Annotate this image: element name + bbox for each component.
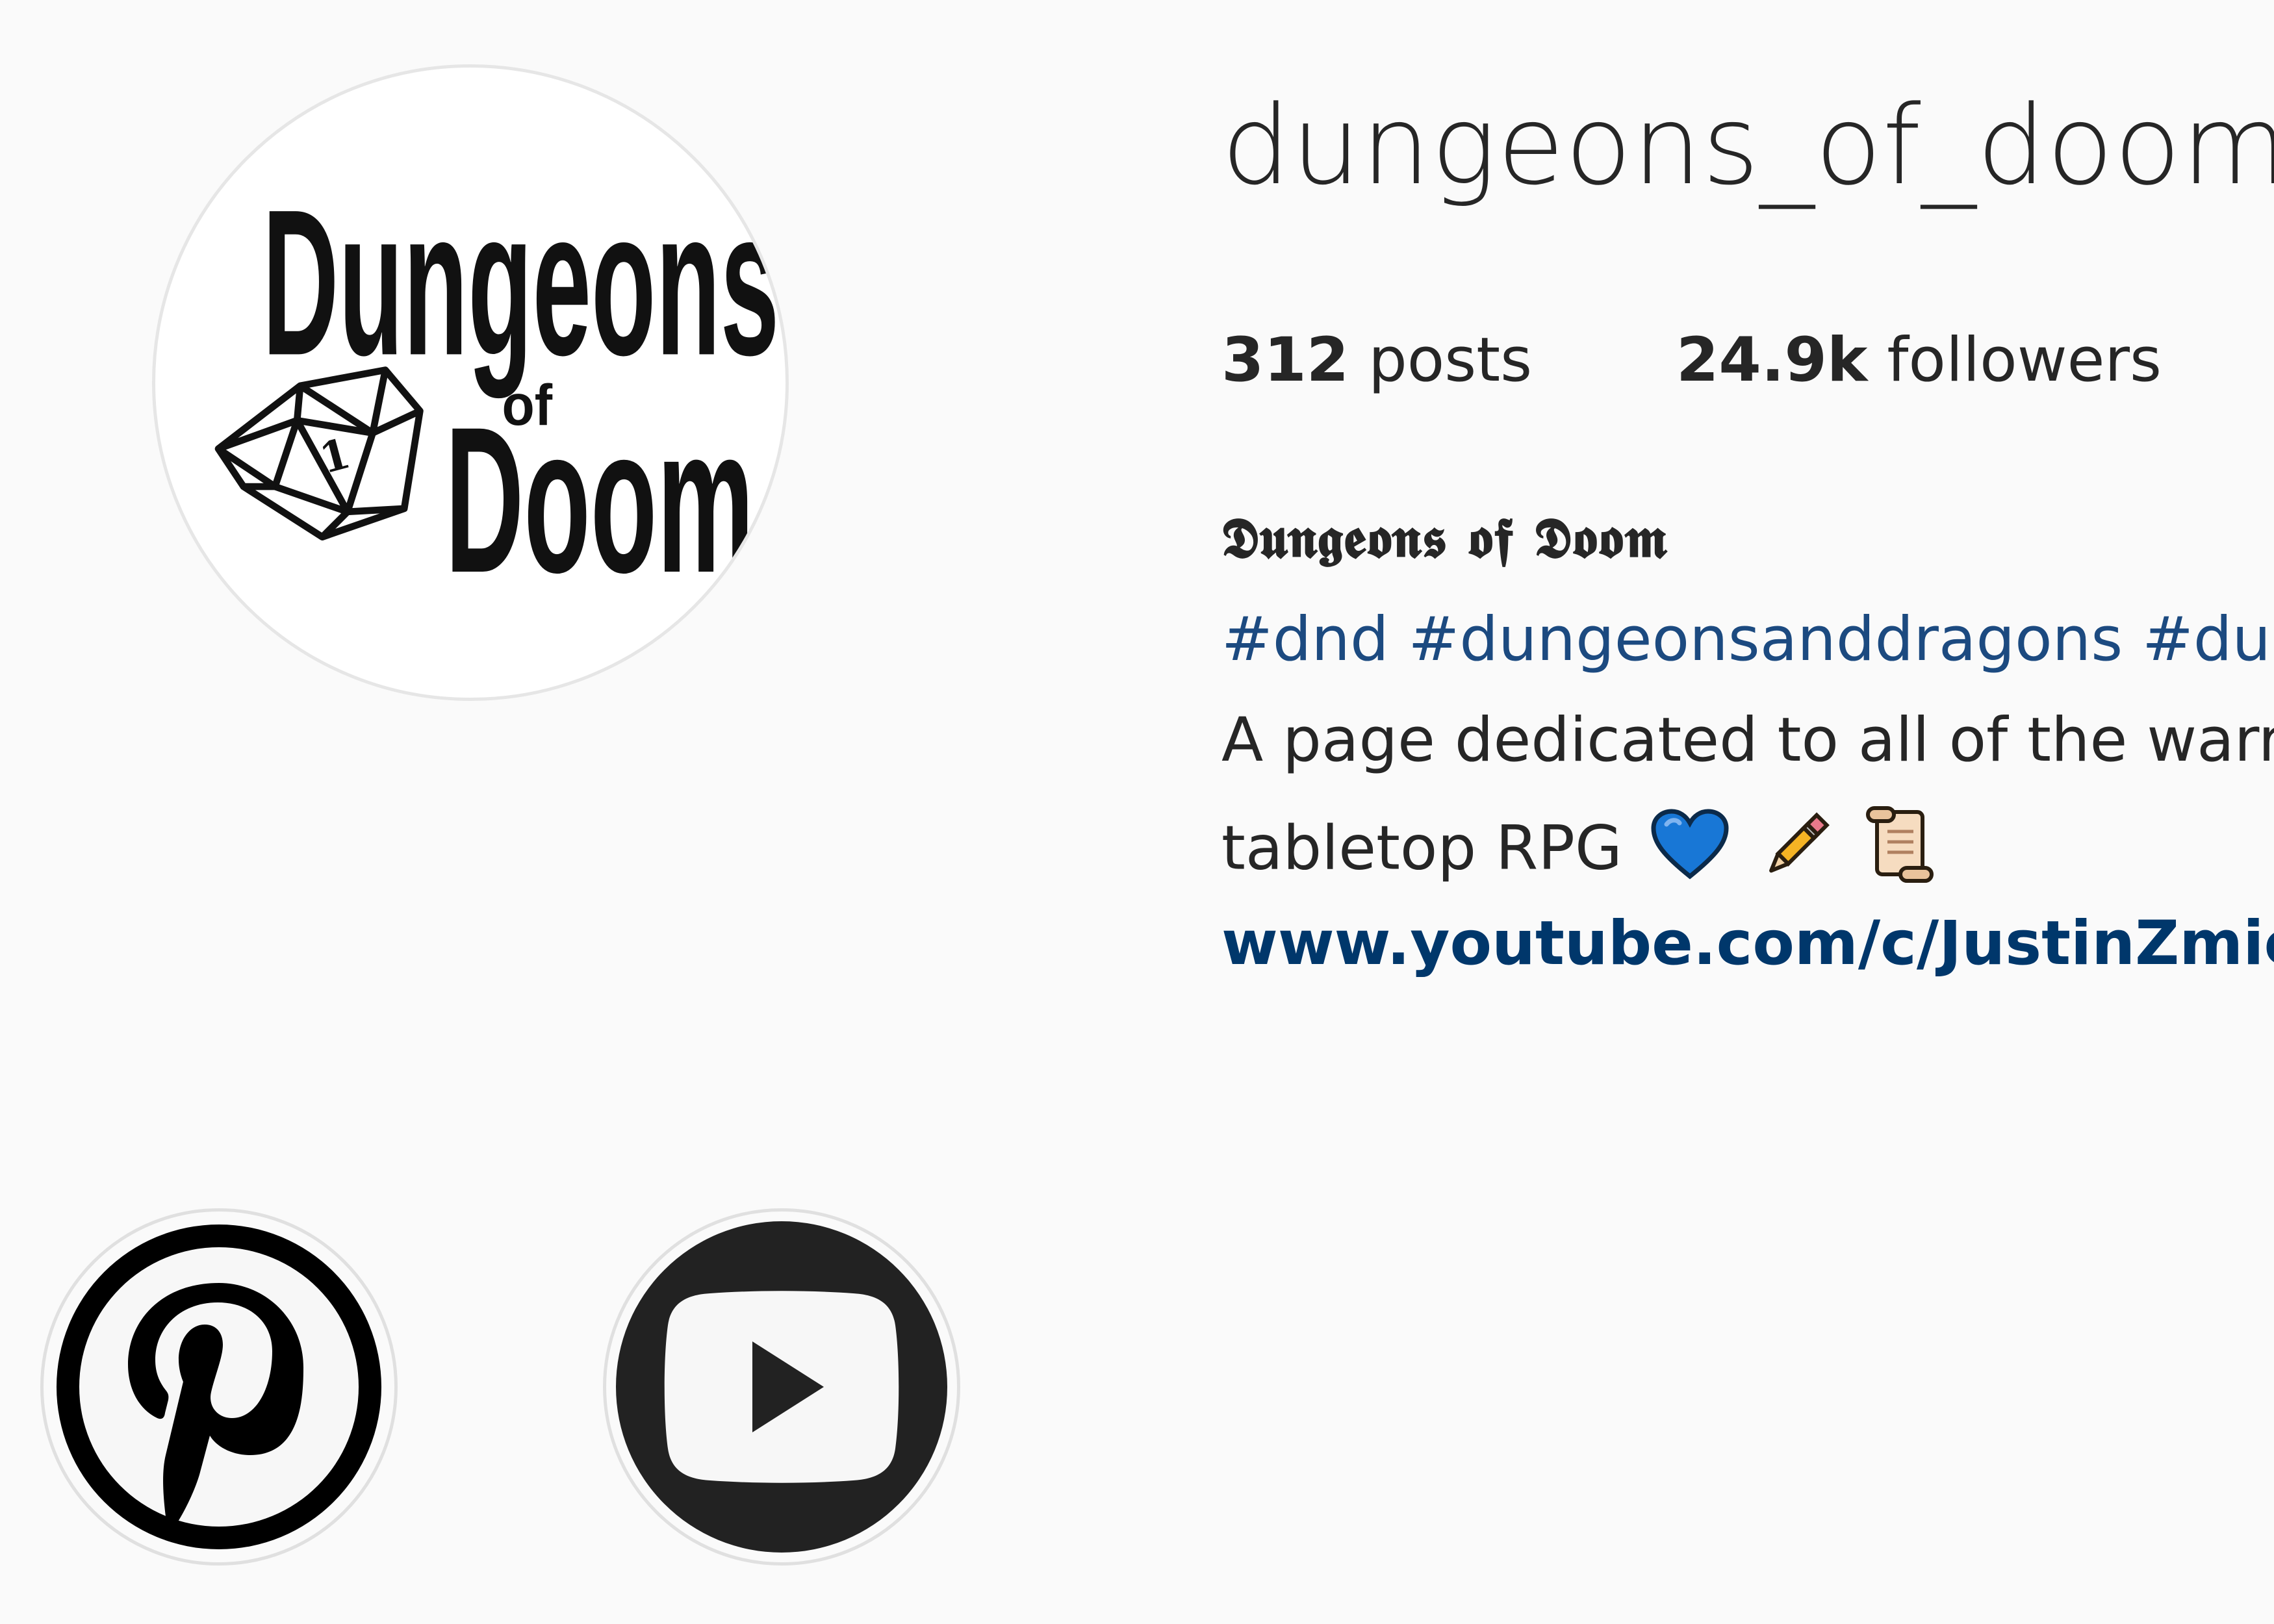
svg-text:Dungeons: Dungeons: [262, 166, 779, 400]
youtube-icon: [616, 1221, 947, 1553]
blue-heart-icon: [1651, 809, 1729, 895]
posts-count: 312: [1221, 325, 1349, 396]
highlight-youtube[interactable]: [603, 1208, 960, 1566]
bio-description-text: tabletop RPG: [1221, 813, 1622, 884]
bio-name: 𝕯𝖚𝖓𝖌𝖊𝖔𝖓𝖘 𝖔𝖋 𝕯𝖔𝖔𝖒: [1221, 505, 1668, 571]
bio-description-line: tabletop RPG: [1221, 806, 1935, 898]
followers-label: followers: [1887, 325, 2162, 396]
bio-hashtags[interactable]: #dnd #dungeonsanddragons #dun: [1221, 604, 2274, 675]
bio-website-link[interactable]: www.youtube.com/c/JustinZmich: [1221, 908, 2274, 979]
followers-stat[interactable]: 24.9k followers: [1676, 325, 2162, 396]
dungeons-of-doom-logo-d20-icon: Dungeons of Doom 1: [214, 166, 779, 616]
highlight-pinterest[interactable]: [40, 1208, 398, 1566]
svg-text:1: 1: [315, 429, 355, 484]
bio-description-line: A page dedicated to all of the warri: [1221, 705, 2274, 776]
posts-stat: 312 posts: [1221, 325, 1532, 396]
scroll-icon: [1864, 806, 1935, 898]
followers-count: 24.9k: [1676, 325, 1868, 396]
pencil-icon: [1757, 806, 1835, 898]
pinterest-icon: [57, 1224, 381, 1549]
svg-text:Doom: Doom: [445, 383, 754, 616]
profile-avatar[interactable]: Dungeons of Doom 1: [152, 64, 789, 701]
posts-label: posts: [1368, 325, 1533, 396]
profile-username: dungeons_of_doom: [1221, 82, 2274, 209]
